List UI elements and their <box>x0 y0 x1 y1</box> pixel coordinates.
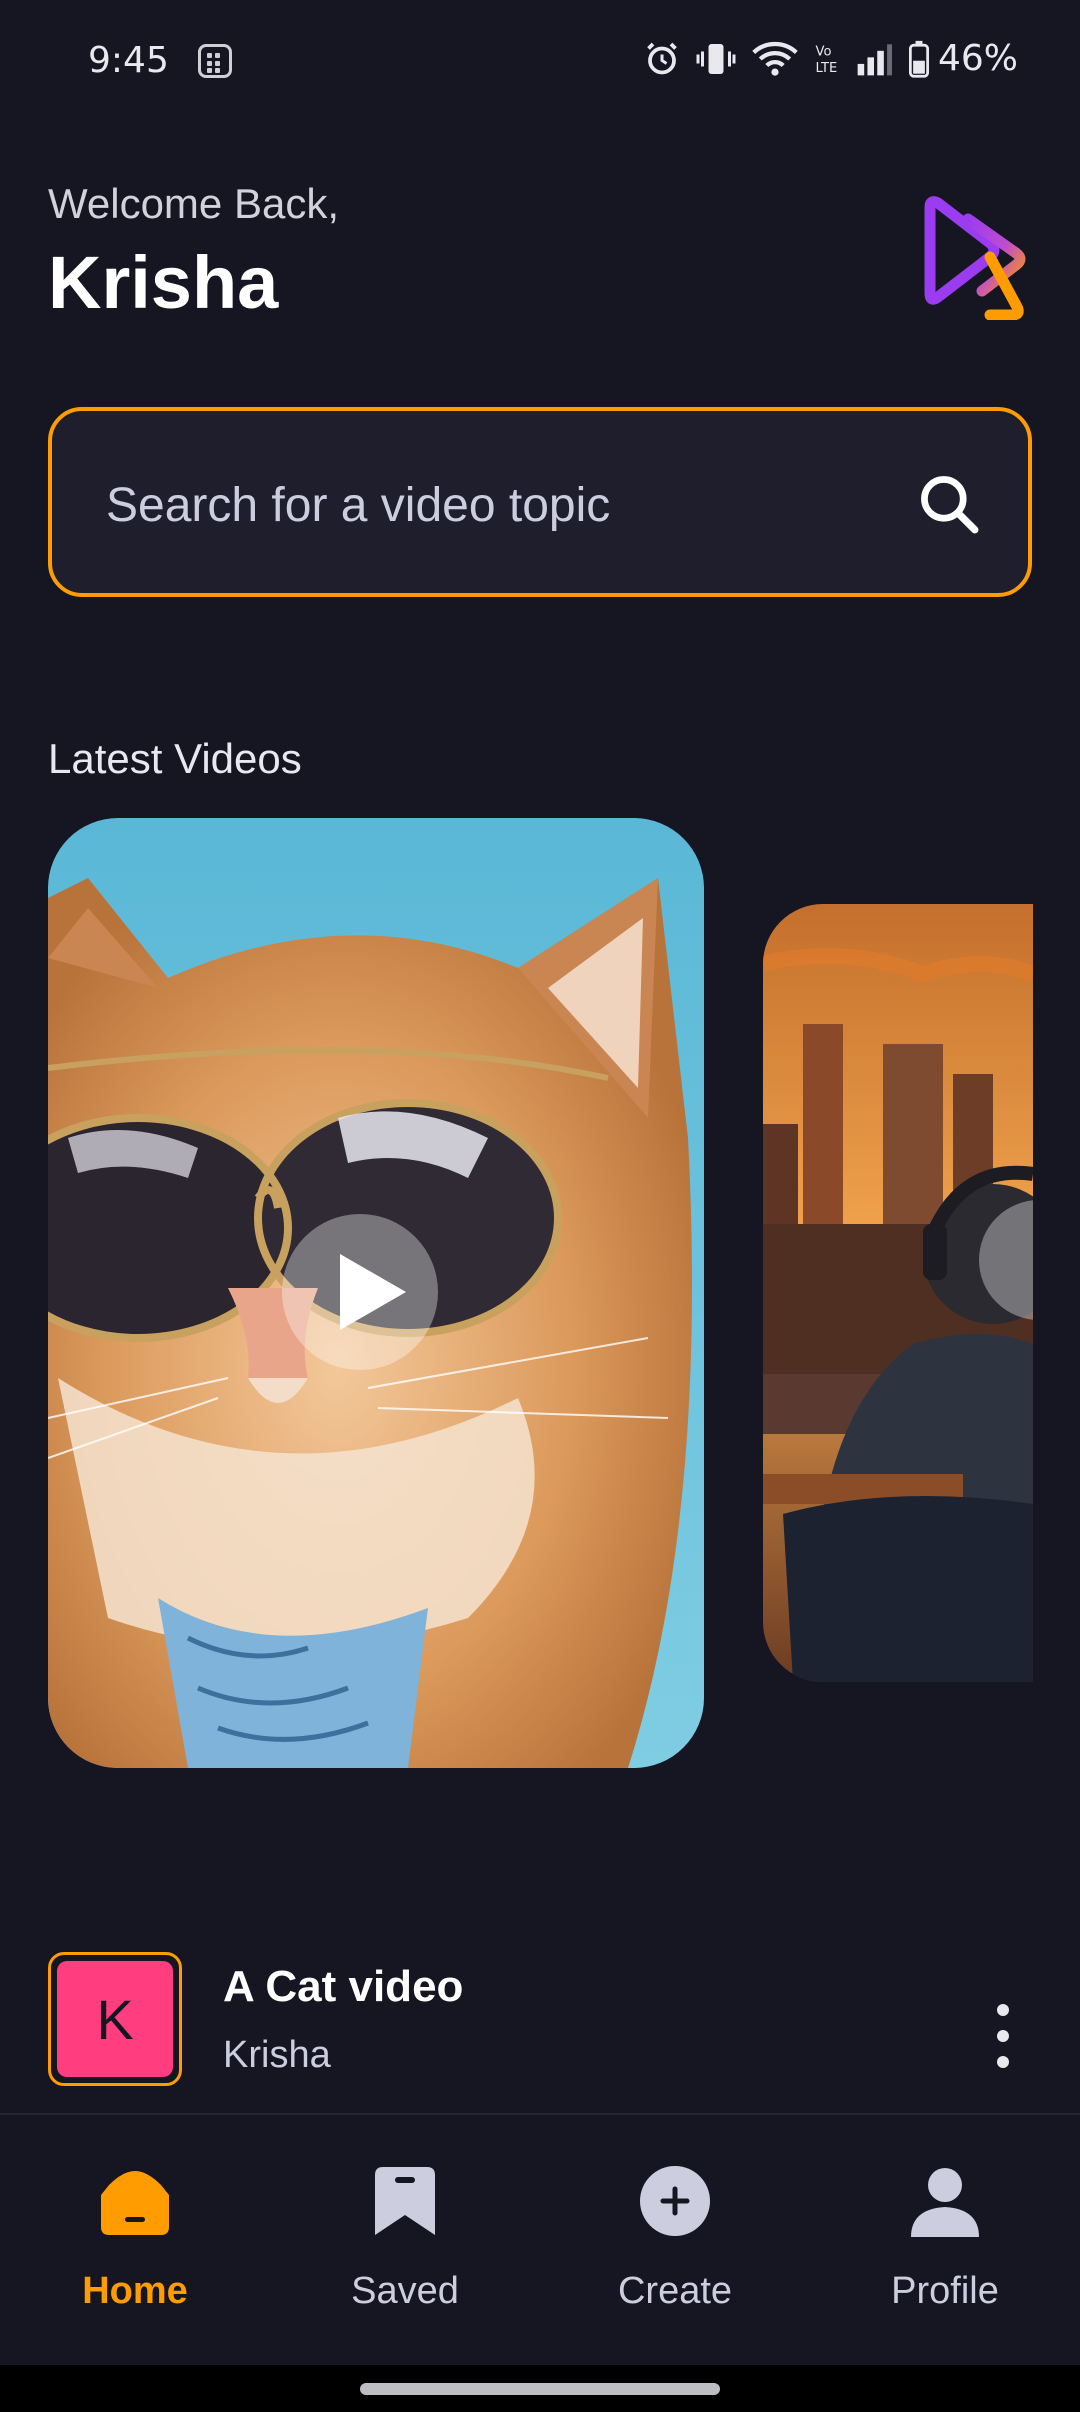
more-options-icon[interactable] <box>993 2004 1013 2068</box>
bookmark-icon <box>375 2167 435 2235</box>
tab-profile[interactable]: Profile <box>845 2165 1045 2313</box>
avatar-letter: K <box>57 1961 173 2077</box>
tab-saved[interactable]: Saved <box>305 2165 505 2313</box>
status-icons: Vo LTE 46% <box>644 38 1018 79</box>
avatar[interactable]: K <box>48 1952 182 2086</box>
plus-circle-icon <box>640 2166 710 2236</box>
tab-home[interactable]: Home <box>35 2165 235 2313</box>
tab-profile-label: Profile <box>891 2270 999 2312</box>
signal-icon <box>857 43 892 75</box>
welcome-text: Welcome Back, <box>48 180 339 227</box>
latest-video-card-cat[interactable] <box>48 818 704 1768</box>
tab-saved-label: Saved <box>351 2270 459 2312</box>
bottom-tab-bar: Home Saved Create Profile <box>0 2113 1080 2367</box>
user-icon <box>911 2168 979 2237</box>
home-gesture-handle[interactable] <box>360 2383 720 2395</box>
wifi-icon <box>752 41 798 76</box>
svg-text:LTE: LTE <box>816 61 838 76</box>
tab-create[interactable]: Create <box>575 2165 775 2313</box>
status-bar: 9:45 Vo LTE 46% <box>0 0 1080 125</box>
battery-icon <box>908 40 930 78</box>
play-button-icon[interactable] <box>282 1214 438 1370</box>
tab-home-label: Home <box>82 2270 188 2312</box>
app-logo-icon <box>924 196 1026 320</box>
latest-videos-title: Latest Videos <box>48 735 302 782</box>
battery-percent: 46% <box>937 38 1018 79</box>
home-icon <box>101 2171 169 2235</box>
sim-card-icon <box>198 44 232 78</box>
video-info-row: K A Cat video Krisha <box>48 1952 1048 2092</box>
vibrate-icon <box>696 43 736 74</box>
video-title: A Cat video <box>223 1962 464 2011</box>
svg-text:Vo: Vo <box>816 44 832 59</box>
username-title: Krisha <box>48 241 279 324</box>
search-icon[interactable] <box>918 473 980 535</box>
system-navigation-bar <box>0 2365 1080 2412</box>
volte-icon: Vo LTE <box>816 44 838 76</box>
alarm-icon <box>647 42 677 74</box>
latest-video-card-city[interactable] <box>763 904 1033 1682</box>
search-input[interactable] <box>104 459 888 551</box>
status-time: 9:45 <box>88 40 169 81</box>
search-bar <box>48 407 1032 597</box>
tab-create-label: Create <box>617 2270 733 2312</box>
video-author: Krisha <box>223 2034 331 2076</box>
